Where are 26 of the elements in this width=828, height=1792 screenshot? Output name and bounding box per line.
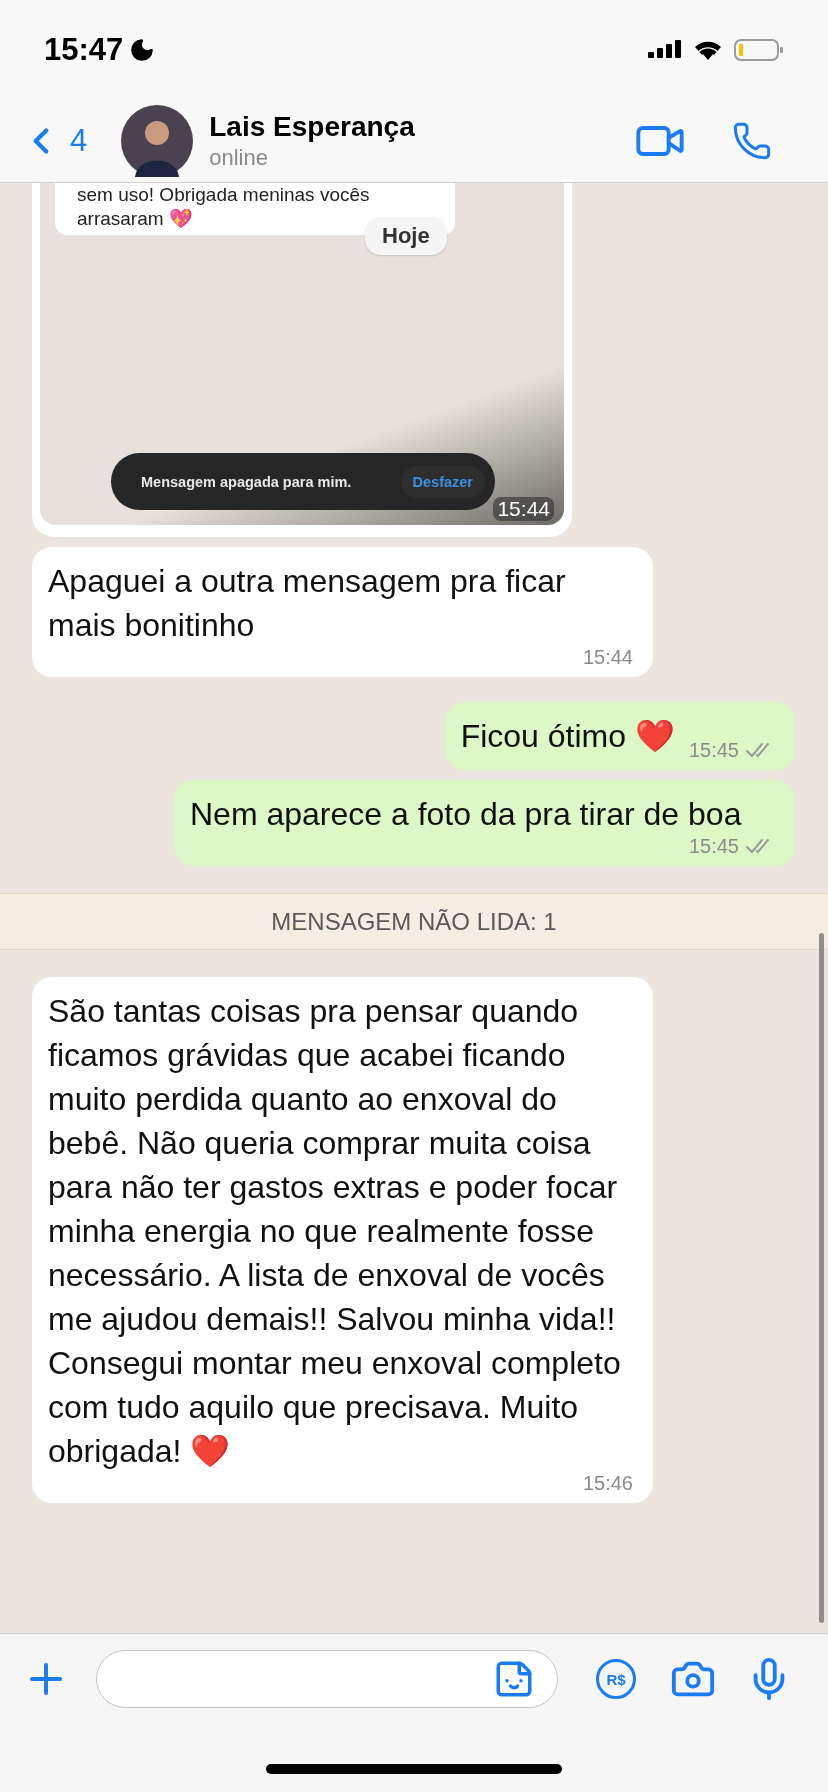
battery-icon bbox=[734, 38, 784, 62]
contact-status: online bbox=[209, 145, 269, 171]
contact-name: Lais Esperança bbox=[209, 111, 416, 143]
message-time: 15:45 bbox=[688, 834, 739, 858]
moon-icon bbox=[129, 37, 156, 63]
payment-button[interactable]: R$ bbox=[596, 1659, 636, 1699]
unread-label: MENSAGEM NÃO LIDA: 1 bbox=[271, 907, 557, 936]
date-chip: Hoje bbox=[365, 217, 447, 255]
message-time: 15:46 bbox=[582, 1471, 633, 1495]
message-time: 15:44 bbox=[493, 497, 554, 521]
phone-icon[interactable] bbox=[732, 121, 772, 161]
message-text: São tantas coisas pra pensar quando ficamos grávidas que acabei ficando muito perdida quanto ao enxoval do bebê. Não queria comprar muita coisa para não ter gastos extras e poder focar minha energia no que realmente fosse necessário. A lista de enxoval de vocês me ajudou demais!! Salvou minha vida!! Consegui montar meu enxoval completo com tudo aquilo que precisava. Muito obrigada! ❤ bbox=[48, 992, 622, 1471]
message-text: Nem aparece a foto da pra tirar de boa bbox=[190, 795, 742, 834]
toast-text: Mensagem apagada para mim. bbox=[141, 473, 352, 490]
avatar[interactable] bbox=[121, 105, 194, 177]
back-button[interactable]: 4 bbox=[20, 120, 88, 162]
status-time: 15:47 bbox=[44, 32, 124, 68]
message-time: 15:45 bbox=[688, 738, 739, 762]
message-text: sem uso! Obrigada meninas vocês bbox=[77, 183, 371, 207]
message-text: Ficou ótimo ❤ bbox=[460, 717, 675, 756]
message-time: 15:44 bbox=[582, 645, 633, 669]
image-message[interactable]: sem uso! Obrigada meninas vocês arrasaram 💖 Hoje Mensagem apagada para mim. Desfazer 15:44 bbox=[32, 183, 572, 537]
message-text: arrasaram 💖 bbox=[77, 207, 194, 231]
undo-button[interactable]: Desfazer bbox=[400, 465, 485, 498]
scroll-bar[interactable] bbox=[819, 933, 824, 1623]
message-text: Apaguei a outra mensagem pra ficar mais bonitinho bbox=[48, 562, 567, 645]
